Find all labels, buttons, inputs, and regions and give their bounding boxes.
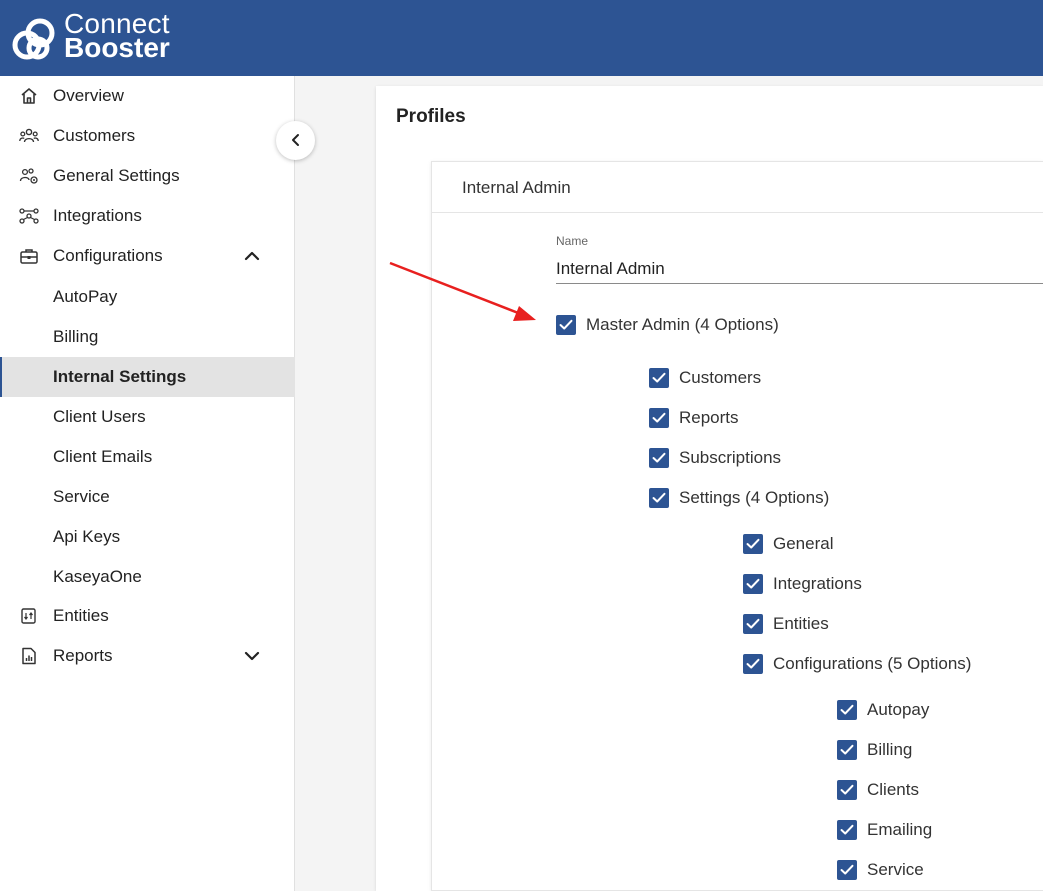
- sidebar-item-label: Integrations: [53, 206, 142, 225]
- entities-icon: [21, 608, 36, 624]
- permission-label: Subscriptions: [679, 448, 782, 467]
- permission-label: Reports: [679, 408, 739, 427]
- sidebar-item-label: Api Keys: [53, 527, 121, 546]
- home-icon: [21, 88, 37, 104]
- checkmark-icon: [652, 492, 666, 503]
- checkbox-checked[interactable]: [649, 408, 669, 428]
- integrations-icon: [19, 208, 39, 224]
- sidebar-item-internal-settings[interactable]: Internal Settings: [0, 357, 295, 397]
- permission-label: Configurations (5 Options): [773, 654, 972, 673]
- sidebar-item-billing[interactable]: Billing: [0, 317, 295, 357]
- logo-text-booster: Booster: [64, 32, 170, 63]
- permission-label: Billing: [867, 740, 913, 759]
- checkmark-icon: [559, 319, 573, 330]
- collapse-sidebar-button[interactable]: [276, 121, 315, 160]
- sidebar-item-label: Service: [53, 487, 110, 506]
- logo-mark-icon: [12, 18, 55, 60]
- checkmark-icon: [840, 784, 854, 795]
- page-title: Profiles: [396, 106, 466, 127]
- report-icon: [22, 647, 36, 665]
- sidebar-item-general-settings[interactable]: General Settings: [0, 156, 295, 196]
- checkmark-icon: [840, 864, 854, 875]
- sidebar-item-client-users[interactable]: Client Users: [0, 397, 295, 437]
- permission-label: General: [773, 534, 834, 553]
- sidebar-item-service[interactable]: Service: [0, 477, 295, 517]
- sidebar-item-label: Client Emails: [53, 447, 153, 466]
- annotation-arrow-icon: [389, 261, 536, 321]
- checkmark-icon: [652, 372, 666, 383]
- sidebar: Overview Customers General Settings Inte…: [0, 76, 295, 891]
- sidebar-item-label: Internal Settings: [53, 367, 187, 386]
- sidebar-item-client-emails[interactable]: Client Emails: [0, 437, 295, 477]
- permission-label: Settings (4 Options): [679, 488, 830, 507]
- permission-label: Customers: [679, 368, 762, 387]
- sidebar-item-api-keys[interactable]: Api Keys: [0, 517, 295, 557]
- checkmark-icon: [840, 824, 854, 835]
- profiles-panel: Profiles Internal Admin Name Master Admi…: [376, 86, 1043, 891]
- users-settings-icon: [19, 168, 38, 184]
- toolbox-icon: [20, 249, 38, 264]
- permission-label: Autopay: [867, 700, 930, 719]
- checkbox-checked[interactable]: [649, 488, 669, 508]
- checkbox-checked[interactable]: [649, 368, 669, 388]
- sidebar-item-label: Configurations: [53, 246, 163, 265]
- sidebar-item-label: Reports: [53, 646, 113, 665]
- permission-label: Master Admin (4 Options): [586, 315, 779, 334]
- sidebar-item-label: AutoPay: [53, 287, 118, 306]
- permission-label: Clients: [867, 780, 919, 799]
- checkbox-checked[interactable]: [743, 574, 763, 594]
- checkmark-icon: [840, 704, 854, 715]
- checkmark-icon: [746, 618, 760, 629]
- sidebar-item-label: Client Users: [53, 407, 146, 426]
- sidebar-item-label: KaseyaOne: [53, 567, 142, 586]
- checkbox-checked[interactable]: [743, 654, 763, 674]
- checkmark-icon: [746, 538, 760, 549]
- checkmark-icon: [746, 578, 760, 589]
- chevron-up-icon[interactable]: [242, 248, 262, 264]
- sidebar-item-customers[interactable]: Customers: [0, 116, 295, 156]
- sidebar-item-label: Billing: [53, 327, 99, 346]
- chevron-left-icon: [292, 134, 299, 146]
- checkmark-icon: [652, 452, 666, 463]
- permission-label: Entities: [773, 614, 829, 633]
- permission-label: Service: [867, 860, 924, 879]
- sidebar-item-label: Overview: [53, 86, 124, 105]
- checkmark-icon: [746, 658, 760, 669]
- sidebar-item-kaseyaone[interactable]: KaseyaOne: [0, 557, 295, 597]
- sidebar-item-configurations[interactable]: Configurations: [0, 236, 295, 276]
- profile-card-header: Internal Admin: [432, 162, 1043, 213]
- permission-label: Emailing: [867, 820, 933, 839]
- permission-label: Integrations: [773, 574, 862, 593]
- sidebar-item-label: General Settings: [53, 166, 180, 185]
- sidebar-item-label: Entities: [53, 606, 109, 625]
- sidebar-item-entities[interactable]: Entities: [0, 596, 295, 636]
- sidebar-item-autopay[interactable]: AutoPay: [0, 277, 295, 317]
- checkbox-checked[interactable]: [837, 740, 857, 760]
- checkbox-checked[interactable]: [837, 820, 857, 840]
- checkbox-checked[interactable]: [743, 614, 763, 634]
- checkmark-icon: [652, 412, 666, 423]
- top-bar: Connect Booster: [0, 0, 1043, 76]
- sidebar-item-overview[interactable]: Overview: [0, 76, 295, 116]
- checkbox-checked[interactable]: [649, 448, 669, 468]
- users-icon: [19, 128, 39, 143]
- checkbox-checked[interactable]: [837, 860, 857, 880]
- checkbox-checked[interactable]: [837, 780, 857, 800]
- chevron-down-icon[interactable]: [242, 648, 262, 664]
- profile-card-title: Internal Admin: [462, 178, 571, 197]
- name-field-label: Name: [556, 234, 589, 248]
- checkbox-checked[interactable]: [743, 534, 763, 554]
- checkmark-icon: [840, 744, 854, 755]
- sidebar-item-integrations[interactable]: Integrations: [0, 196, 295, 236]
- checkbox-checked[interactable]: [556, 315, 576, 335]
- sidebar-item-label: Customers: [53, 126, 136, 145]
- connectbooster-logo[interactable]: Connect Booster: [8, 8, 208, 68]
- sidebar-item-reports[interactable]: Reports: [0, 636, 295, 676]
- checkbox-checked[interactable]: [837, 700, 857, 720]
- name-field[interactable]: [556, 254, 1043, 284]
